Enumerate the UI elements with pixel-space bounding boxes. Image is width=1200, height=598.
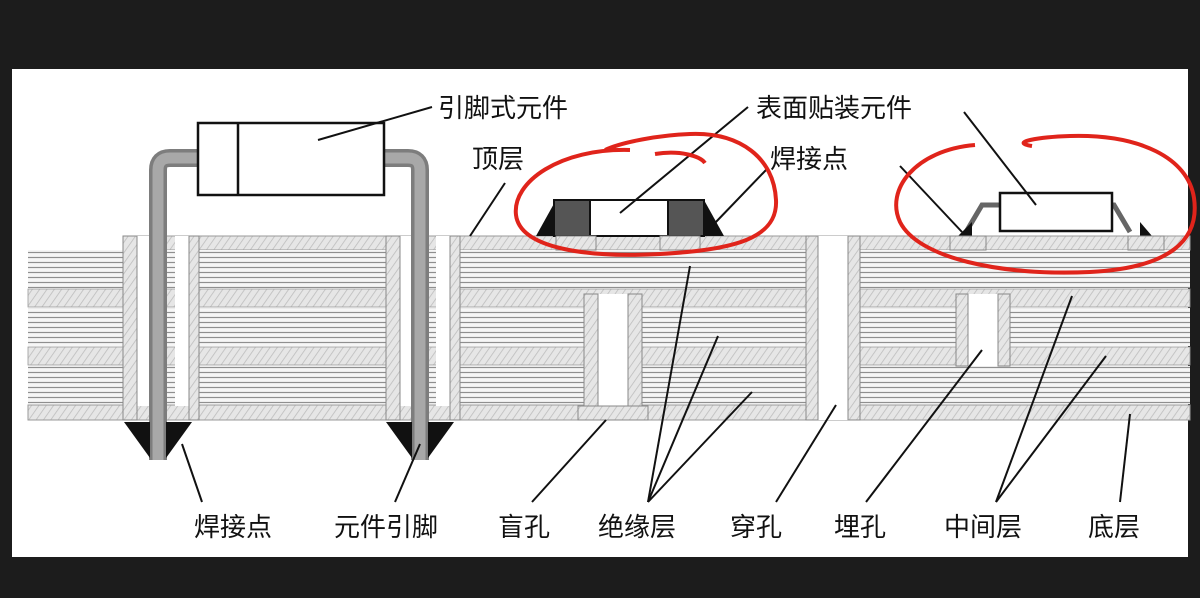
label-through-hole-component: 引脚式元件 (438, 94, 568, 124)
label-insulation-layer: 绝缘层 (598, 513, 676, 543)
label-solder-joint-top: 焊接点 (770, 145, 848, 175)
board-substrate (27, 235, 1191, 421)
component-body (196, 121, 386, 197)
label-middle-layer: 中间层 (944, 513, 1022, 543)
label-smd-component: 表面贴装元件 (756, 94, 912, 124)
pcb-diagram: 引脚式元件 表面贴装元件 顶层 焊接点 焊接点 元件引脚 盲孔 绝缘层 穿孔 埋… (12, 69, 1197, 557)
label-solder-joint-bottom: 焊接点 (194, 513, 272, 543)
label-component-lead: 元件引脚 (334, 513, 438, 543)
label-through-via: 穿孔 (730, 513, 782, 543)
label-buried-via: 埋孔 (834, 513, 886, 543)
left-lead-pad (122, 235, 138, 421)
pcb-cross-section-figure: 引脚式元件 表面贴装元件 顶层 焊接点 焊接点 元件引脚 盲孔 绝缘层 穿孔 埋… (0, 0, 1200, 594)
label-top-layer: 顶层 (472, 145, 524, 175)
buried-via-hole (968, 294, 998, 366)
label-blind-via: 盲孔 (498, 513, 550, 543)
through-via-hole (818, 236, 848, 420)
label-bottom-layer: 底层 (1088, 513, 1140, 543)
top-copper-band (122, 235, 1191, 251)
right-lead-pad (385, 235, 401, 421)
blind-via-hole (598, 294, 628, 406)
